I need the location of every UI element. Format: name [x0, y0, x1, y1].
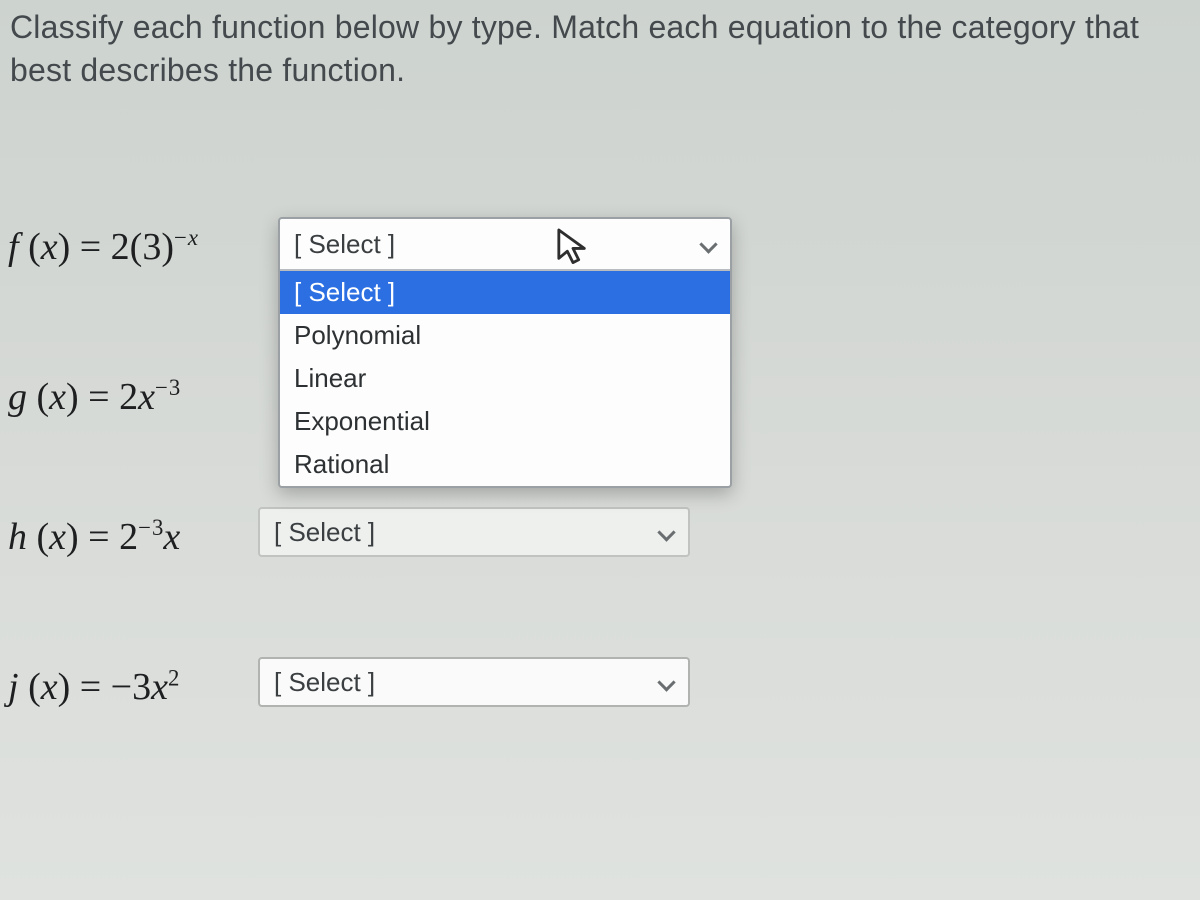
function-j-expression: j (x) = −3x2 — [8, 665, 179, 709]
select-j-placeholder: [ Select ] — [274, 667, 375, 698]
row-f: f (x) = 2(3)−x [ Select ] [ Select ] Pol… — [8, 205, 748, 327]
function-g-expression: g (x) = 2x−3 — [8, 375, 180, 419]
option-linear[interactable]: Linear — [280, 357, 730, 400]
select-f-placeholder: [ Select ] — [294, 229, 395, 260]
option-rational[interactable]: Rational — [280, 443, 730, 486]
select-j[interactable]: [ Select ] — [258, 657, 690, 707]
option-placeholder[interactable]: [ Select ] — [280, 271, 730, 314]
question-area: f (x) = 2(3)−x [ Select ] [ Select ] Pol… — [8, 205, 748, 327]
select-h[interactable]: [ Select ] — [258, 507, 690, 557]
function-h-expression: h (x) = 2−3x — [8, 515, 180, 559]
instructions-text: Classify each function below by type. Ma… — [10, 6, 1190, 92]
select-f-header[interactable]: [ Select ] — [280, 219, 730, 271]
chevron-down-icon — [658, 674, 674, 690]
select-h-placeholder: [ Select ] — [274, 517, 375, 548]
select-f-dropdown[interactable]: [ Select ] [ Select ] Polynomial Linear … — [278, 217, 732, 488]
row-h: h (x) = 2−3x [ Select ] — [8, 495, 748, 617]
option-exponential[interactable]: Exponential — [280, 400, 730, 443]
chevron-down-icon — [700, 236, 716, 252]
chevron-down-icon — [658, 524, 674, 540]
select-f-options-list: [ Select ] Polynomial Linear Exponential… — [280, 271, 730, 486]
row-j: j (x) = −3x2 [ Select ] — [8, 645, 748, 767]
function-f-expression: f (x) = 2(3)−x — [8, 225, 198, 269]
option-polynomial[interactable]: Polynomial — [280, 314, 730, 357]
question-surface: Classify each function below by type. Ma… — [0, 0, 1200, 900]
